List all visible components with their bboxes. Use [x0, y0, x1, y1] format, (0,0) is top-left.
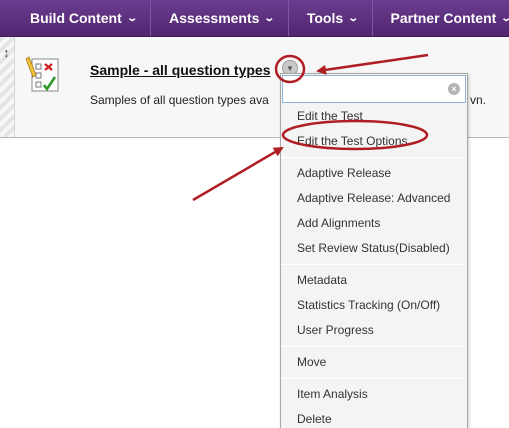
assessments-label: Assessments — [169, 10, 260, 26]
chevron-down-icon: ⌄ — [501, 13, 509, 24]
menu-item-add-alignments[interactable]: Add Alignments — [281, 211, 467, 236]
course-toolbar: Build Content ⌄ Assessments ⌄ Tools ⌄ Pa… — [0, 0, 509, 37]
build-content-button[interactable]: Build Content ⌄ — [0, 0, 152, 36]
menu-item-move[interactable]: Move — [281, 350, 467, 375]
menu-item-statistics-tracking[interactable]: Statistics Tracking (On/Off) — [281, 293, 467, 318]
menu-item-metadata[interactable]: Metadata — [281, 268, 467, 293]
chevron-down-icon: ⌄ — [126, 12, 138, 24]
item-description-tail: vn. — [470, 93, 487, 107]
menu-item-adaptive-release-advanced[interactable]: Adaptive Release: Advanced — [281, 186, 467, 211]
menu-divider — [281, 264, 467, 265]
item-description: Samples of all question types ava — [90, 93, 269, 107]
partner-content-label: Partner Content — [390, 10, 497, 26]
clear-icon[interactable]: × — [448, 83, 460, 95]
test-icon — [25, 56, 59, 92]
assessments-button[interactable]: Assessments ⌄ — [151, 0, 289, 36]
menu-divider — [281, 378, 467, 379]
partner-content-button[interactable]: Partner Content ⌄ — [373, 0, 509, 36]
tools-button[interactable]: Tools ⌄ — [289, 0, 373, 36]
menu-item-edit-test[interactable]: Edit the Test — [281, 104, 467, 129]
context-menu: × Edit the Test Edit the Test Options Ad… — [280, 73, 468, 428]
menu-divider — [281, 157, 467, 158]
chevron-down-icon: ⌄ — [347, 12, 360, 24]
build-content-label: Build Content — [30, 10, 122, 26]
drag-handle-icon[interactable]: ↕ — [3, 45, 10, 60]
menu-divider — [281, 346, 467, 347]
menu-item-user-progress[interactable]: User Progress — [281, 318, 467, 343]
menu-item-adaptive-release[interactable]: Adaptive Release — [281, 161, 467, 186]
menu-item-item-analysis[interactable]: Item Analysis — [281, 382, 467, 407]
menu-item-set-review-status[interactable]: Set Review Status(Disabled) — [281, 236, 467, 261]
item-title-link[interactable]: Sample - all question types — [90, 62, 271, 78]
chevron-down-icon: ⌄ — [263, 12, 276, 24]
menu-item-delete[interactable]: Delete — [281, 407, 467, 428]
tools-label: Tools — [306, 10, 344, 26]
menu-item-edit-test-options[interactable]: Edit the Test Options — [281, 129, 467, 154]
menu-search-input[interactable]: × — [282, 75, 466, 103]
annotation-arrow-edit-options — [192, 146, 284, 202]
